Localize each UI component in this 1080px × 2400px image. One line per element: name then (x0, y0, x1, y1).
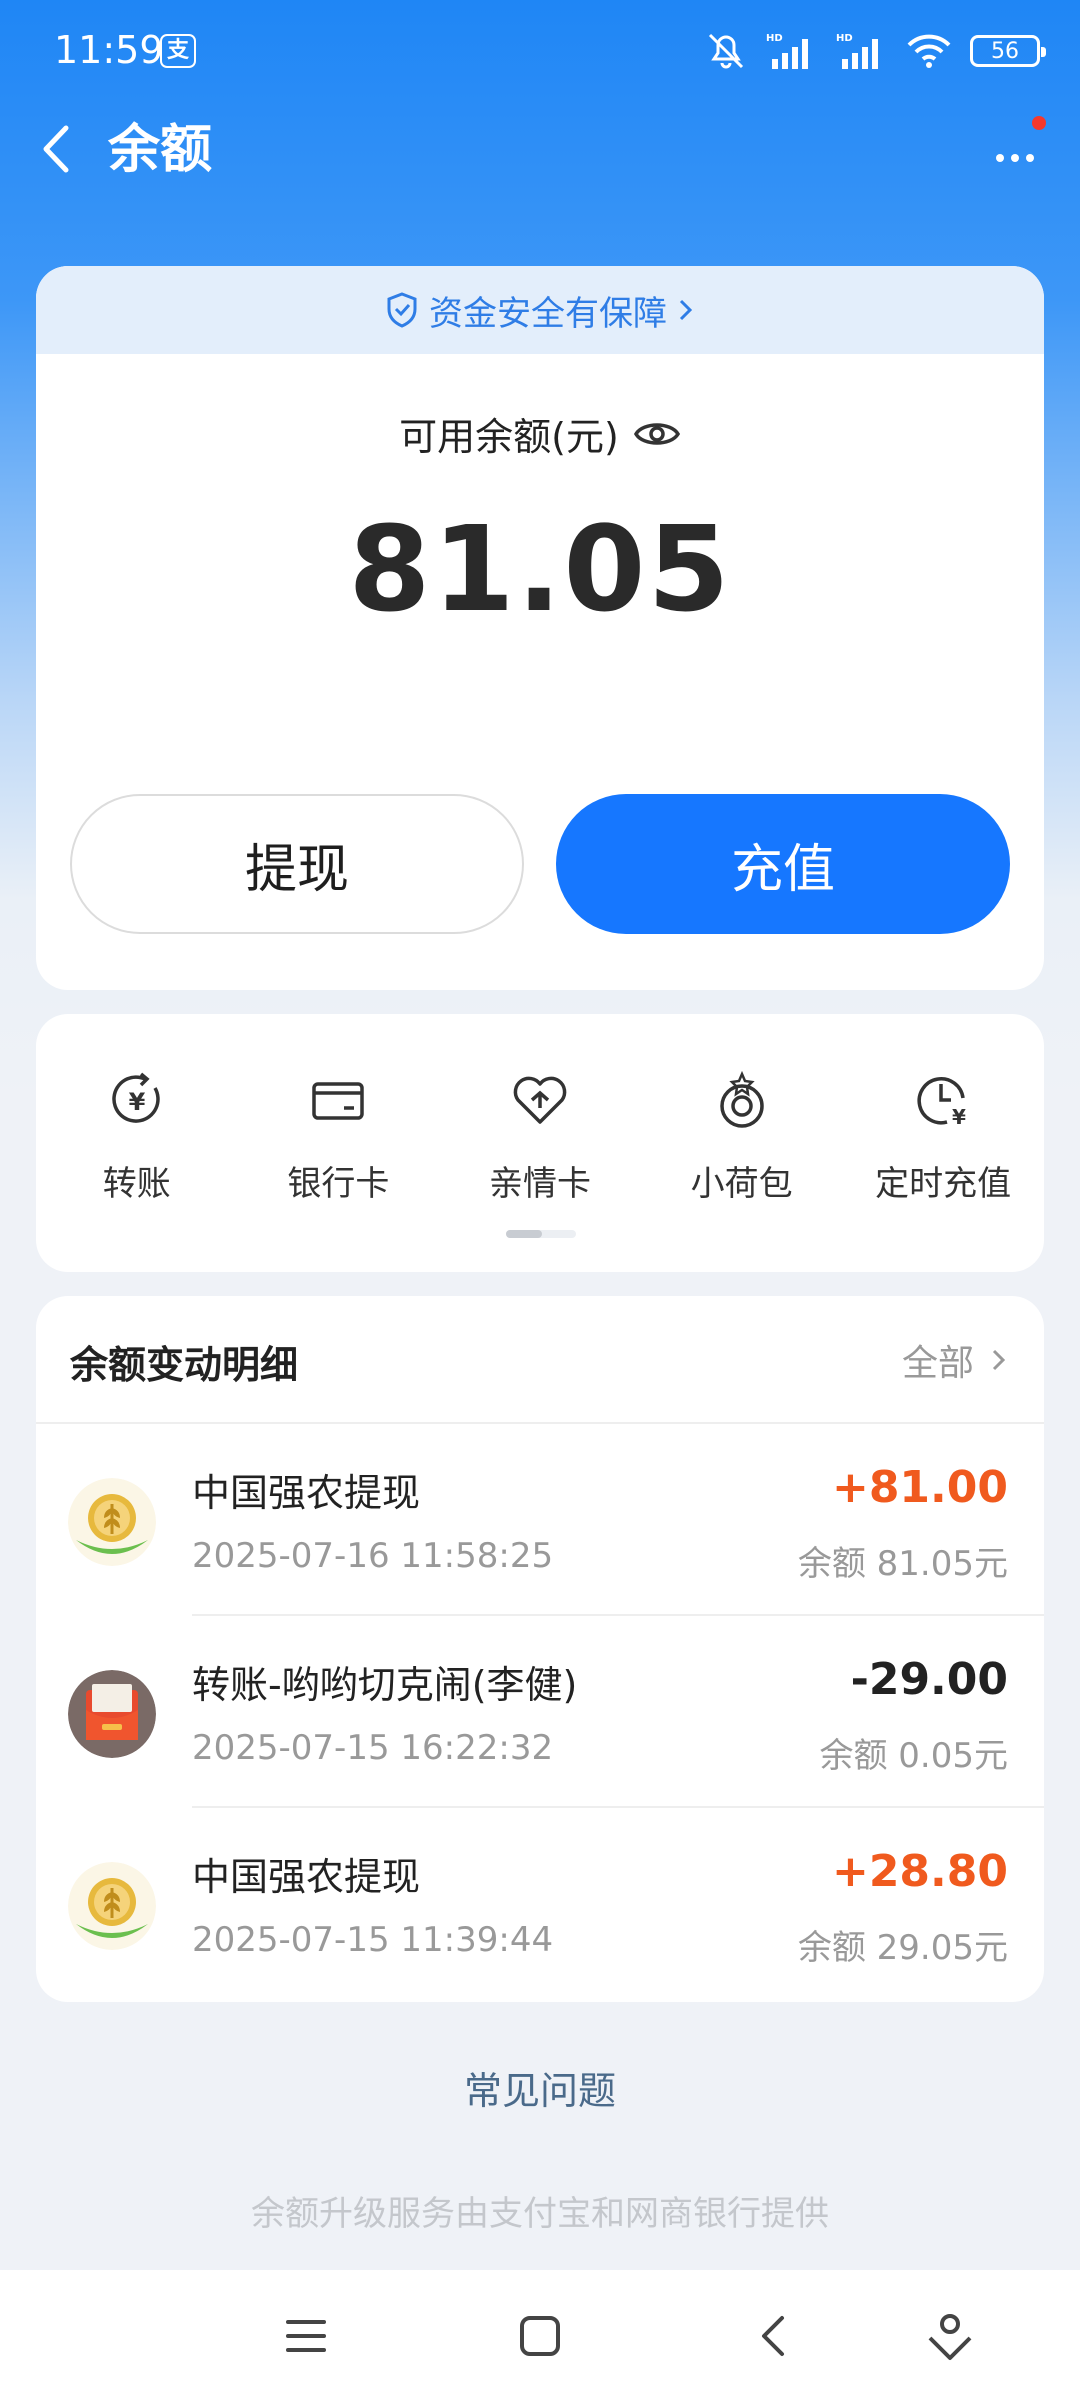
footer-note: 余额升级服务由支付宝和网商银行提供 (251, 2194, 829, 2234)
svg-text:¥: ¥ (128, 1088, 145, 1116)
shortcut-scheduled-topup[interactable]: ¥ 定时充值 (842, 1068, 1044, 1205)
shortcut-label: 转账 (102, 1164, 171, 1204)
transaction-name: 转账-哟哟切克闹(李健) (192, 1663, 578, 1707)
transaction-time: 2025-07-16 11:58:25 (192, 1536, 554, 1576)
signal-icon: HD (766, 33, 808, 69)
topup-button[interactable]: 充值 (556, 794, 1010, 934)
status-icons: HD HD 56 (704, 28, 1046, 74)
shortcut-label: 亲情卡 (488, 1164, 591, 1204)
page-title: 余额 (108, 120, 213, 180)
home-icon[interactable] (512, 2308, 568, 2364)
transaction-amount: -29.00 (850, 1654, 1008, 1705)
header: 余额 (0, 100, 1080, 200)
battery-icon: 56 (970, 35, 1046, 67)
transaction-balance: 余额 81.05元 (797, 1544, 1008, 1584)
balance-label-row: 可用余额(元) (36, 406, 1044, 461)
eye-icon[interactable] (633, 414, 681, 454)
scheduled-topup-icon: ¥ (917, 1077, 966, 1129)
transaction-row[interactable]: 中国强农提现 2025-07-16 11:58:25 +81.00 余额 81.… (36, 1424, 1044, 1616)
bank-card-icon (312, 1082, 365, 1120)
shortcut-small-wallet[interactable]: 小荷包 (641, 1068, 843, 1205)
family-card-icon (513, 1076, 567, 1124)
back-icon[interactable] (28, 114, 88, 184)
svg-text:HD: HD (766, 33, 783, 44)
shortcut-transfer[interactable]: ¥ 转账 (36, 1068, 238, 1205)
transaction-name: 中国强农提现 (192, 1855, 421, 1899)
notification-dot (1032, 116, 1046, 130)
wifi-icon (907, 34, 951, 68)
balance-amount: 81.05 (348, 500, 732, 638)
balance-card: 资金安全有保障 可用余额(元) 81.05 提现 充值 (36, 266, 1044, 990)
shortcut-label: 银行卡 (287, 1164, 390, 1204)
shortcut-label: 小荷包 (690, 1164, 793, 1204)
shortcut-family-card[interactable]: 亲情卡 (439, 1068, 641, 1205)
shortcut-row: ¥ 转账 银行卡 亲情卡 小荷包 ¥ 定时充值 (36, 1068, 1044, 1205)
transaction-balance: 余额 0.05元 (819, 1736, 1008, 1776)
battery-level: 56 (991, 38, 1019, 64)
transactions-header: 余额变动明细 全部 (36, 1296, 1044, 1424)
page-indicator (506, 1230, 576, 1238)
transfer-icon: ¥ (112, 1072, 160, 1123)
shortcut-bank-card[interactable]: 银行卡 (238, 1068, 440, 1205)
menu-icon[interactable] (278, 2308, 334, 2364)
transaction-time: 2025-07-15 11:39:44 (192, 1920, 554, 1960)
back-nav-icon[interactable] (746, 2308, 802, 2364)
shortcut-card: ¥ 转账 银行卡 亲情卡 小荷包 ¥ 定时充值 (36, 1014, 1044, 1272)
more-button[interactable] (980, 114, 1050, 184)
svg-text:HD: HD (836, 33, 853, 44)
chevron-right-icon (679, 299, 693, 321)
balance-label: 可用余额(元) (399, 415, 619, 459)
transaction-row[interactable]: 中国强农提现 2025-07-15 11:39:44 +28.80 余额 29.… (36, 1808, 1044, 2000)
system-nav-bar (0, 2270, 1080, 2400)
page-indicator-active (506, 1230, 542, 1238)
svg-text:¥: ¥ (952, 1105, 966, 1129)
shield-icon (387, 292, 417, 328)
signal-icon-2: HD (836, 33, 878, 69)
chevron-right-icon (992, 1349, 1006, 1371)
transaction-amount: +28.80 (831, 1846, 1008, 1897)
transactions-card: 余额变动明细 全部 中国强农提现 2025-07-16 11:58:25 +81… (36, 1296, 1044, 2002)
assistant-icon[interactable] (922, 2308, 978, 2364)
view-all-label: 全部 (901, 1343, 974, 1384)
mute-icon (708, 33, 744, 69)
transaction-time: 2025-07-15 16:22:32 (192, 1728, 554, 1768)
transaction-amount: +81.00 (831, 1462, 1008, 1513)
small-wallet-icon (719, 1070, 764, 1128)
transaction-row[interactable]: 转账-哟哟切克闹(李健) 2025-07-15 16:22:32 -29.00 … (36, 1616, 1044, 1808)
faq-link[interactable]: 常见问题 (0, 2060, 1080, 2115)
status-time: 11:59 (54, 28, 164, 72)
wheat-logo-icon (68, 1862, 156, 1950)
status-bar: 11:59 支 HD HD 56 (0, 0, 1080, 100)
security-banner[interactable]: 资金安全有保障 (36, 266, 1044, 354)
red-envelope-avatar-icon (68, 1670, 156, 1758)
security-text: 资金安全有保障 (429, 293, 667, 334)
transaction-name: 中国强农提现 (192, 1471, 421, 1515)
shortcut-label: 定时充值 (875, 1164, 1012, 1204)
view-all-link[interactable]: 全部 (902, 1334, 1008, 1386)
alipay-notification-icon: 支 (160, 34, 196, 68)
wheat-logo-icon (68, 1478, 156, 1566)
withdraw-button[interactable]: 提现 (70, 794, 524, 934)
transaction-balance: 余额 29.05元 (797, 1928, 1008, 1968)
transactions-title: 余额变动明细 (70, 1343, 299, 1387)
